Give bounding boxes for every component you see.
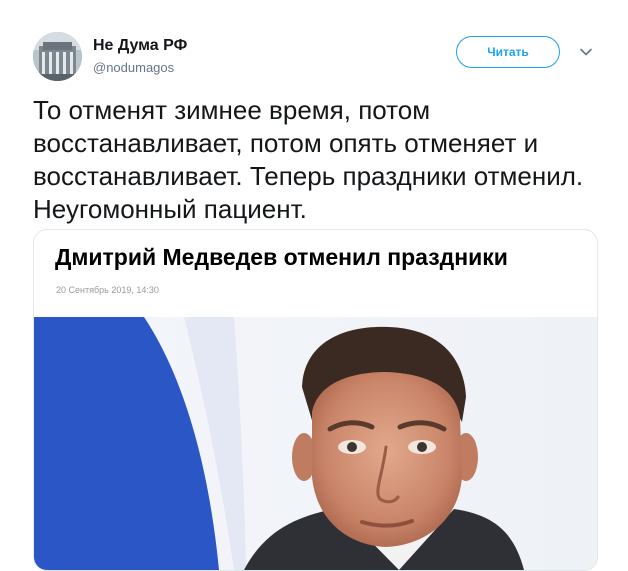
card-photo[interactable] (34, 317, 597, 570)
tweet-header: Не Дума РФ @nodumagos Читать (33, 28, 603, 82)
link-card[interactable]: Дмитрий Медведев отменил праздники 20 Се… (33, 229, 598, 571)
author-name[interactable]: Не Дума РФ (93, 37, 187, 55)
chevron-down-icon[interactable] (578, 44, 594, 60)
author-handle[interactable]: @nodumagos (93, 60, 174, 75)
tweet-text: То отменят зимнее время, потом восстанав… (33, 95, 584, 224)
card-headline[interactable]: Дмитрий Медведев отменил праздники (55, 244, 508, 271)
follow-button[interactable]: Читать (456, 36, 560, 68)
card-date: 20 Сентябрь 2019, 14:30 (56, 285, 159, 295)
avatar[interactable] (33, 32, 82, 81)
